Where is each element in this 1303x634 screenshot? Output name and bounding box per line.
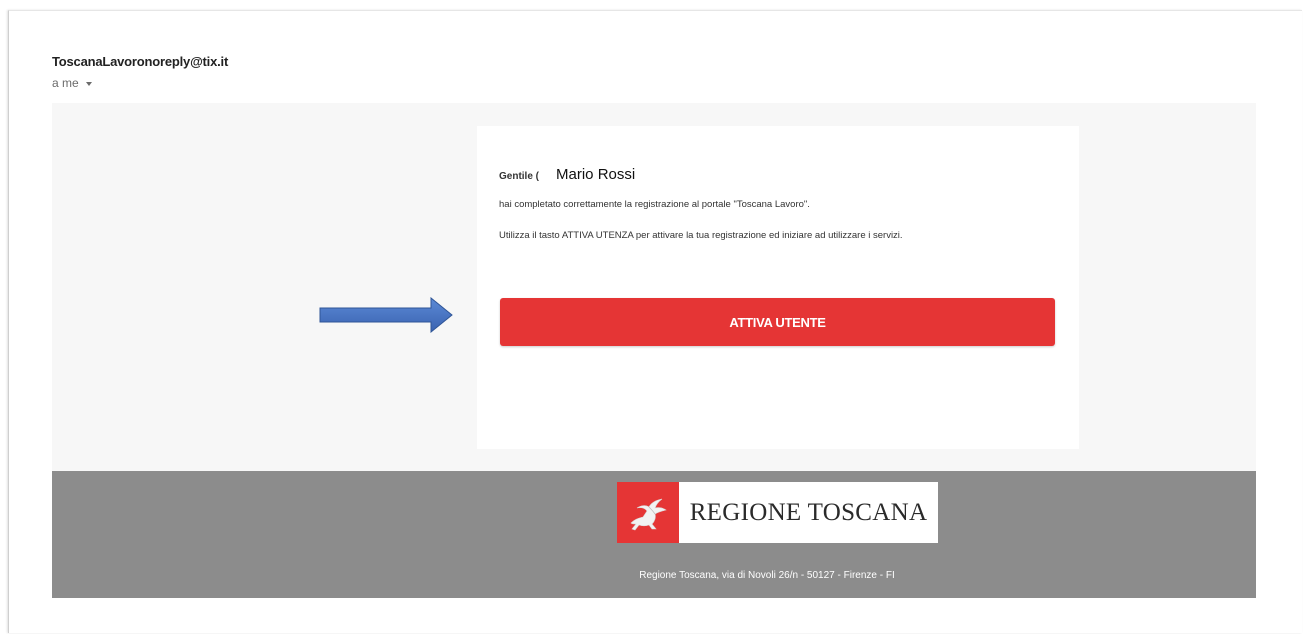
activate-user-button[interactable]: ATTIVA UTENTE (500, 298, 1055, 346)
regione-toscana-logo: REGIONE TOSCANA (617, 482, 938, 543)
recipient-name: Mario Rossi (556, 166, 636, 183)
recipient-toggle[interactable]: a me (52, 76, 92, 90)
greeting: Gentile ( Mario Rossi (499, 166, 635, 183)
recipient-label: a me (52, 76, 79, 90)
arrow-right-icon (319, 297, 453, 333)
footer-address: Regione Toscana, via di Novoli 26/n - 50… (639, 570, 895, 581)
sender-address: ToscanaLavoronoreply@tix.it (52, 54, 229, 69)
registration-confirmation-text: hai completato correttamente la registra… (499, 199, 810, 210)
activation-instruction-text: Utilizza il tasto ATTIVA UTENZA per atti… (499, 230, 903, 241)
chevron-down-icon[interactable] (85, 81, 92, 86)
greeting-label: Gentile ( (499, 171, 540, 182)
logo-text: REGIONE TOSCANA (689, 498, 928, 526)
pegasus-icon (617, 482, 679, 543)
